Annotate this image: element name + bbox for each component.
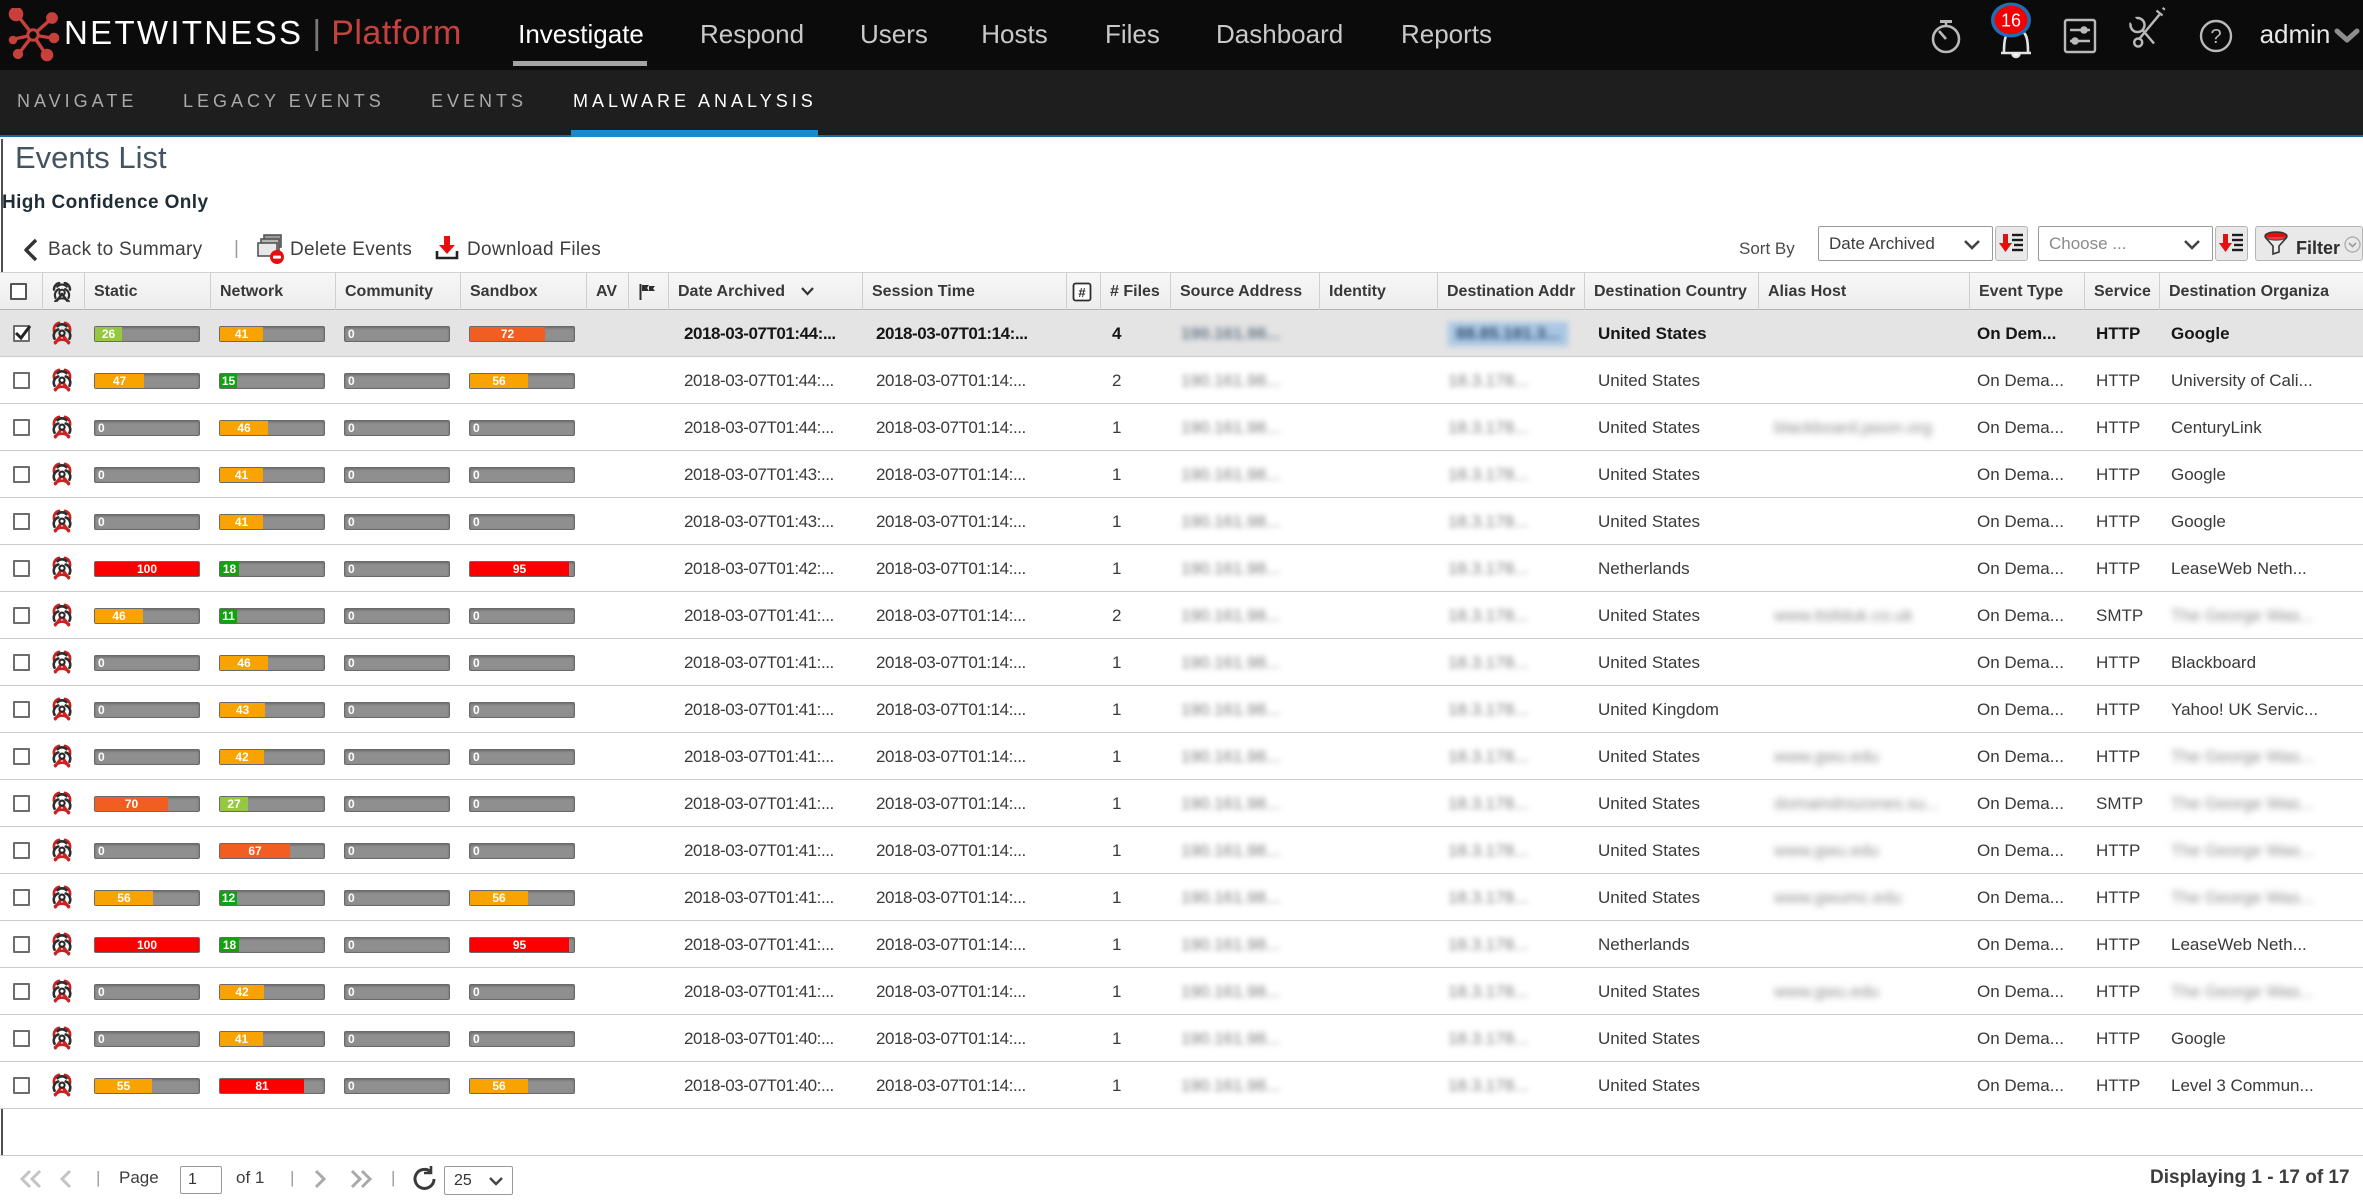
- svg-text:?: ?: [2210, 26, 2221, 48]
- svg-text:#: #: [1078, 285, 1086, 300]
- svg-text:16: 16: [2001, 11, 2021, 31]
